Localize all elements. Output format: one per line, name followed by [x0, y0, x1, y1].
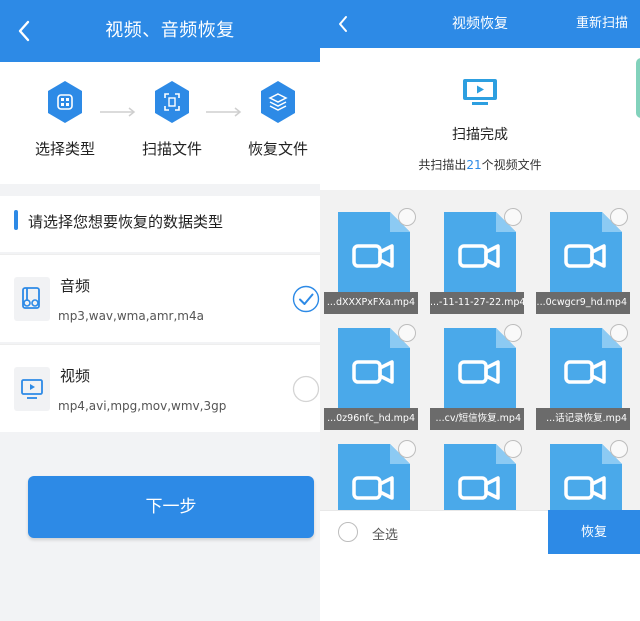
file-select-radio[interactable] [610, 208, 628, 226]
check-circle-icon[interactable] [292, 285, 320, 313]
file-select-radio[interactable] [398, 440, 416, 458]
grid-icon [47, 80, 83, 124]
scan-count: 共扫描出21个视频文件 [320, 156, 640, 173]
file-select-radio[interactable] [504, 208, 522, 226]
video-recovery-screen: 视频恢复 重新扫描 扫描完成 共扫描出21个视频文件 ...dXXXPxFXa.… [320, 0, 640, 621]
layers-icon [260, 80, 296, 124]
radio-empty-icon[interactable] [292, 375, 320, 403]
right-header: 视频恢复 重新扫描 [320, 0, 640, 48]
accent-bar [14, 210, 18, 230]
video-file-icon [550, 212, 622, 298]
file-tile[interactable]: ...0z96nfc_hd.mp4 [324, 320, 418, 430]
video-file-icon [338, 212, 410, 298]
audio-file-icon [14, 277, 50, 321]
section-title: 请选择您想要恢复的数据类型 [28, 213, 224, 231]
section-header: 请选择您想要恢复的数据类型 [0, 196, 320, 252]
tv-play-icon [462, 78, 498, 106]
scan-icon [154, 80, 190, 124]
recover-button[interactable]: 恢复 [548, 510, 640, 555]
file-name: ...0z96nfc_hd.mp4 [324, 408, 418, 430]
file-select-radio[interactable] [398, 208, 416, 226]
video-screen-icon [14, 367, 50, 411]
step-recover-files: 恢复文件 [233, 80, 320, 159]
left-header: 视频、音频恢复 [0, 0, 320, 62]
step-scan-files: 扫描文件 [127, 80, 217, 159]
step-indicator: 选择类型 扫描文件 恢复文件 [0, 62, 320, 184]
step-label: 扫描文件 [141, 140, 202, 158]
option-name: 音频 [60, 277, 91, 295]
edge-decoration [636, 58, 640, 118]
scan-status: 扫描完成 [452, 127, 508, 143]
file-tile[interactable]: ...dXXXPxFXa.mp4 [324, 204, 418, 314]
video-file-icon [444, 212, 516, 298]
step-label: 选择类型 [34, 140, 95, 158]
select-all-label[interactable]: 全选 [372, 524, 398, 543]
file-name: ...cv/短信恢复.mp4 [430, 408, 524, 430]
file-tile[interactable]: ...话记录恢复.mp4 [536, 320, 630, 430]
file-select-radio[interactable] [610, 324, 628, 342]
page-title: 视频、音频恢复 [105, 20, 235, 41]
file-grid: ...dXXXPxFXa.mp4 ...-11-11-27-22.mp4 ...… [320, 190, 640, 530]
blank-area [320, 554, 640, 621]
file-tile[interactable]: ...0cwgcr9_hd.mp4 [536, 204, 630, 314]
bottom-action-bar: 全选 恢复 [320, 510, 640, 555]
option-extensions: mp3,wav,wma,amr,m4a [58, 309, 204, 323]
count-suffix: 个视频文件 [481, 158, 542, 172]
file-name: ...话记录恢复.mp4 [536, 408, 630, 430]
video-file-icon [444, 328, 516, 414]
option-audio[interactable]: 音频 mp3,wav,wma,amr,m4a [0, 254, 320, 342]
file-select-radio[interactable] [610, 440, 628, 458]
option-video[interactable]: 视频 mp4,avi,mpg,mov,wmv,3gp [0, 344, 320, 432]
file-tile[interactable]: ...cv/短信恢复.mp4 [430, 320, 524, 430]
file-name: ...0cwgcr9_hd.mp4 [536, 292, 630, 314]
next-step-button[interactable]: 下一步 [28, 476, 314, 538]
scan-summary: 扫描完成 共扫描出21个视频文件 [320, 48, 640, 190]
option-extensions: mp4,avi,mpg,mov,wmv,3gp [58, 399, 227, 413]
file-select-radio[interactable] [398, 324, 416, 342]
file-tile[interactable]: ...-11-11-27-22.mp4 [430, 204, 524, 314]
video-file-icon [338, 328, 410, 414]
video-file-icon [550, 328, 622, 414]
step-label: 恢复文件 [247, 140, 308, 158]
count-prefix: 共扫描出 [418, 158, 467, 172]
option-name: 视频 [60, 367, 91, 385]
count-number: 21 [466, 158, 482, 172]
type-select-screen: 视频、音频恢复 选择类型 扫描文件 恢复文件 请选择您想要恢复的数据类型 音频 … [0, 0, 320, 621]
file-name: ...-11-11-27-22.mp4 [430, 292, 524, 314]
file-name: ...dXXXPxFXa.mp4 [324, 292, 418, 314]
file-select-radio[interactable] [504, 324, 522, 342]
select-all-radio[interactable] [338, 522, 358, 542]
file-select-radio[interactable] [504, 440, 522, 458]
rescan-button[interactable]: 重新扫描 [576, 0, 628, 48]
screenshot-root: 视频、音频恢复 选择类型 扫描文件 恢复文件 请选择您想要恢复的数据类型 音频 … [0, 0, 640, 621]
step-select-type: 选择类型 [20, 80, 110, 159]
